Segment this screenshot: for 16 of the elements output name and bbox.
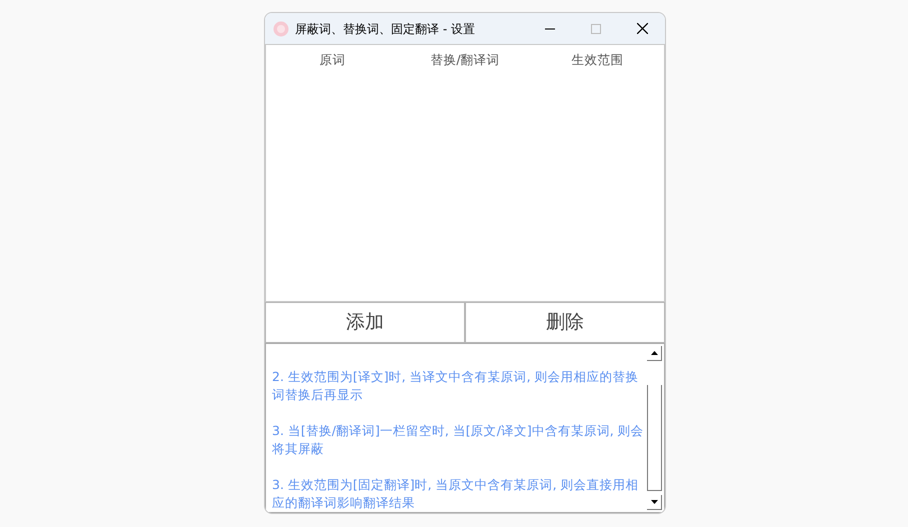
scroll-down-icon[interactable]	[650, 500, 658, 504]
column-header: 原词	[319, 51, 346, 69]
scroll-thumb[interactable]	[647, 385, 662, 491]
maximize-icon	[591, 24, 601, 34]
column-header: 生效范围	[572, 51, 624, 69]
scroll-up-icon[interactable]	[650, 351, 658, 355]
help-note: 3. 生效范围为[固定翻译]时, 当原文中含有某原词, 则会直接用相应的翻译词影响翻译结果	[272, 476, 640, 512]
column-header: 替换/翻译词	[430, 51, 500, 69]
delete-button[interactable]: 删除	[465, 302, 665, 343]
window-title: 屏蔽词、替换词、固定翻译 - 设置	[295, 20, 475, 38]
help-note: 3. 当[替换/翻译词]一栏留空时, 当[原文/译文]中含有某原词, 则会将其屏蔽	[272, 422, 644, 458]
close-icon	[636, 23, 648, 34]
scrollbar[interactable]	[647, 346, 662, 510]
help-note: 2. 生效范围为[译文]时, 当译文中含有某原词, 则会用相应的替换词替换后再显示	[272, 368, 640, 404]
app-logo-icon	[273, 20, 289, 36]
add-button[interactable]: 添加	[265, 302, 465, 343]
